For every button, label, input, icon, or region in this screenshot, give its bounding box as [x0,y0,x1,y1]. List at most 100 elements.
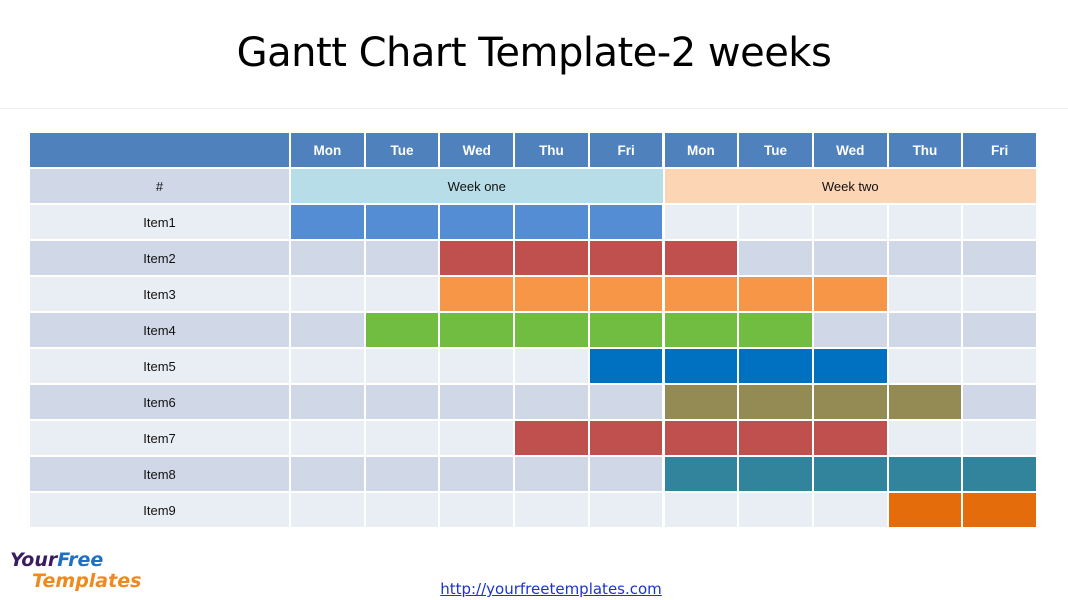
task-bar-segment [813,421,887,455]
empty-cell [291,349,364,383]
task-bar-segment [664,313,738,347]
day-header-thu-w2: Thu [888,133,962,167]
empty-cell [963,277,1036,311]
empty-cell [888,277,962,311]
empty-cell [291,385,364,419]
task-label-item8: Item8 [30,457,289,491]
empty-cell [888,421,962,455]
gantt-chart: Mon Tue Wed Thu Fri Mon Tue Wed Thu Fri # Week one W… [0,0,1068,600]
task-bar-segment [589,241,663,275]
empty-cell [813,493,887,527]
header-label-cell [30,133,289,167]
logo-text-your: Your [10,549,58,571]
empty-cell [365,421,439,455]
day-header-fri-w1: Fri [589,133,663,167]
task-bar-segment [664,349,738,383]
task-bar-segment [515,277,588,311]
task-bar-segment [589,277,663,311]
task-bar-segment [739,385,812,419]
empty-cell [291,277,364,311]
empty-cell [963,349,1036,383]
empty-cell [515,385,588,419]
empty-cell [963,421,1036,455]
empty-cell [365,349,439,383]
empty-cell [515,349,588,383]
empty-cell [664,493,738,527]
task-bar-segment [664,421,738,455]
empty-cell [813,205,887,239]
task-bar-segment [813,277,887,311]
task-label-item9: Item9 [30,493,289,527]
task-bar-segment [365,205,439,239]
task-label-item7: Item7 [30,421,289,455]
empty-cell [365,385,439,419]
day-header-mon-w1: Mon [291,133,364,167]
empty-cell [888,313,962,347]
empty-cell [888,349,962,383]
day-header-wed-w1: Wed [440,133,514,167]
empty-cell [963,313,1036,347]
task-bar-segment [589,421,663,455]
task-bar-segment [888,385,962,419]
empty-cell [589,493,663,527]
empty-cell [515,457,588,491]
task-label-item1: Item1 [30,205,289,239]
task-label-item4: Item4 [30,313,289,347]
task-bar-segment [963,457,1036,491]
task-bar-segment [440,277,514,311]
task-bar-segment [291,205,364,239]
empty-cell [365,493,439,527]
task-bar-segment [813,385,887,419]
empty-cell [963,385,1036,419]
task-bar-segment [739,277,812,311]
task-bar-segment [589,205,663,239]
task-bar-segment [440,205,514,239]
task-bar-segment [515,241,588,275]
empty-cell [739,241,812,275]
task-bar-segment [664,241,738,275]
empty-cell [291,241,364,275]
empty-cell [888,241,962,275]
empty-cell [963,205,1036,239]
logo-text-free: Free [57,549,104,571]
task-bar-segment [515,313,588,347]
task-bar-segment [440,241,514,275]
empty-cell [888,205,962,239]
empty-cell [963,241,1036,275]
empty-cell [664,205,738,239]
empty-cell [365,241,439,275]
empty-cell [291,421,364,455]
task-label-item2: Item2 [30,241,289,275]
task-bar-segment [515,205,588,239]
task-bar-segment [739,313,812,347]
week-band-1: Week one [291,169,663,203]
empty-cell [589,457,663,491]
task-bar-segment [963,493,1036,527]
day-header-wed-w2: Wed [813,133,887,167]
website-link[interactable]: http://yourfreetemplates.com [0,580,1068,598]
day-header-tue-w2: Tue [739,133,812,167]
day-header-mon-w2: Mon [664,133,738,167]
index-header-cell: # [30,169,289,203]
task-bar-segment [739,349,812,383]
day-header-fri-w2: Fri [963,133,1036,167]
task-bar-segment [664,277,738,311]
empty-cell [291,457,364,491]
empty-cell [739,205,812,239]
empty-cell [440,385,514,419]
task-bar-segment [813,349,887,383]
empty-cell [440,457,514,491]
task-bar-segment [888,457,962,491]
task-bar-segment [589,349,663,383]
empty-cell [589,385,663,419]
task-bar-segment [739,421,812,455]
empty-cell [515,493,588,527]
empty-cell [291,493,364,527]
task-bar-segment [888,493,962,527]
task-bar-segment [664,457,738,491]
task-bar-segment [365,313,439,347]
empty-cell [440,493,514,527]
empty-cell [440,421,514,455]
task-bar-segment [515,421,588,455]
task-bar-segment [589,313,663,347]
